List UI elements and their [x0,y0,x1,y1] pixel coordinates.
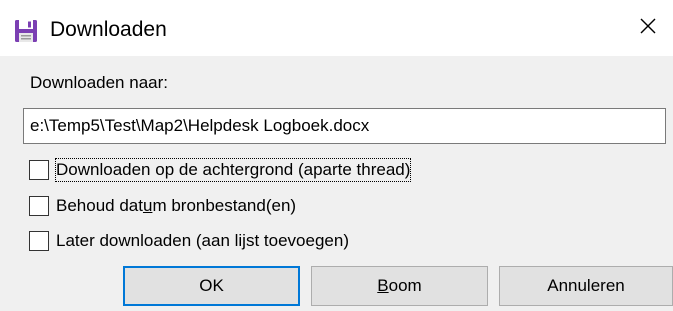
checkbox-box[interactable] [29,196,49,216]
checkbox-label: Downloaden op de achtergrond (aparte thr… [54,158,412,182]
floppy-disk-icon [14,19,38,43]
later-download-checkbox[interactable]: Later downloaden (aan lijst toevoegen) [29,229,349,253]
close-icon [638,16,658,41]
keep-date-checkbox[interactable]: Behoud datum bronbestand(en) [29,194,296,218]
cancel-button[interactable]: Annuleren [499,266,673,306]
download-dialog: Downloaden Downloaden naar: Downloaden o… [0,0,673,311]
dialog-title: Downloaden [50,18,167,41]
target-path-input[interactable] [23,108,666,144]
close-button[interactable] [623,0,673,56]
checkbox-label: Behoud datum bronbestand(en) [56,196,297,215]
title-bar: Downloaden [0,0,673,56]
background-thread-checkbox[interactable]: Downloaden op de achtergrond (aparte thr… [29,158,412,182]
ok-button[interactable]: OK [123,266,300,306]
boom-button[interactable]: Boom [311,266,488,306]
target-label: Downloaden naar: [30,73,168,92]
checkbox-box[interactable] [29,231,49,251]
checkbox-box[interactable] [29,160,49,180]
checkbox-label: Later downloaden (aan lijst toevoegen) [56,231,349,250]
